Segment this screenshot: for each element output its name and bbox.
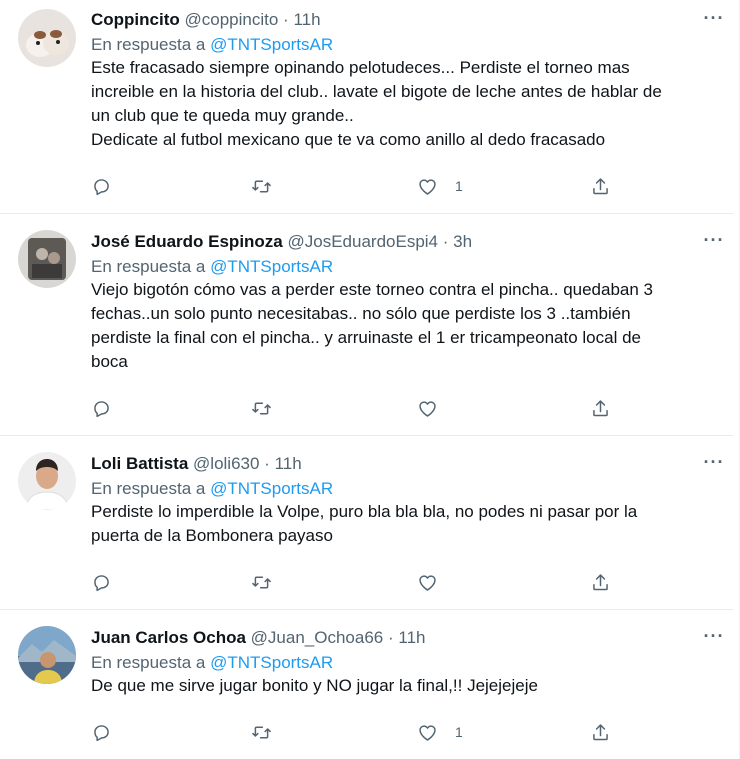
avatar-image [18, 452, 76, 510]
heart-icon [419, 574, 436, 591]
action-bar: 1 [91, 719, 631, 745]
share-icon [593, 399, 608, 416]
retweet-icon [252, 402, 271, 414]
tweet[interactable]: Juan Carlos Ochoa @Juan_Ochoa66 · 11h En… [0, 610, 733, 759]
like-count: 1 [455, 724, 463, 740]
user-handle[interactable]: @JosEduardoEspi4 [288, 232, 439, 251]
tweet-text: De que me sirve jugar bonito y NO jugar … [91, 674, 705, 698]
tweet-text-line: De que me sirve jugar bonito y NO jugar … [91, 676, 538, 695]
share-icon [593, 573, 608, 590]
reply-button[interactable] [91, 719, 112, 745]
heart-icon [419, 400, 436, 417]
reply-prefix: En respuesta a [91, 257, 206, 276]
more-icon[interactable]: ··· [703, 453, 725, 477]
reply-context: En respuesta a @TNTSportsAR [91, 651, 705, 674]
share-button[interactable] [590, 173, 611, 199]
reply-context: En respuesta a @TNTSportsAR [91, 33, 705, 56]
reply-icon [94, 724, 109, 741]
retweet-icon [252, 576, 271, 588]
reply-prefix: En respuesta a [91, 35, 206, 54]
reply-icon [94, 178, 109, 195]
timestamp[interactable]: 3h [453, 232, 472, 251]
retweet-button[interactable] [251, 569, 272, 595]
user-handle[interactable]: @coppincito [185, 10, 279, 29]
more-icon[interactable]: ··· [703, 627, 725, 651]
avatar[interactable] [18, 9, 76, 67]
display-name[interactable]: Coppincito [91, 10, 180, 29]
tweet-text-line: increible en la historia del club.. lava… [91, 82, 662, 101]
action-bar: 1 [91, 173, 631, 199]
separator-dot: · [264, 454, 270, 473]
avatar[interactable] [18, 452, 76, 510]
tweet-text-line: Viejo bigotón cómo vas a perder este tor… [91, 280, 654, 299]
retweet-button[interactable] [251, 719, 272, 745]
tweet-text-line: Perdiste lo imperdible la Volpe, puro bl… [91, 502, 638, 521]
share-button[interactable] [590, 569, 611, 595]
tweet[interactable]: Loli Battista @loli630 · 11h En respuest… [0, 436, 733, 610]
reply-prefix: En respuesta a [91, 479, 206, 498]
tweet-text-line: fechas..un solo punto necesitabas.. no s… [91, 304, 631, 323]
avatar-image [18, 626, 76, 684]
action-bar [91, 569, 631, 595]
mention-link[interactable]: @TNTSportsAR [210, 479, 333, 498]
retweet-button[interactable] [251, 395, 272, 421]
tweet[interactable]: Coppincito @coppincito · 11h En respuest… [0, 0, 733, 214]
tweet[interactable]: José Eduardo Espinoza @JosEduardoEspi4 ·… [0, 214, 733, 436]
timestamp[interactable]: 11h [293, 10, 320, 29]
like-button[interactable] [417, 569, 455, 595]
reply-context: En respuesta a @TNTSportsAR [91, 255, 705, 278]
tweet-text-line: perdiste la final con el pincha.. y arru… [91, 328, 641, 347]
display-name[interactable]: Loli Battista [91, 454, 188, 473]
separator-dot: · [283, 10, 289, 29]
tweet-text-line: boca [91, 352, 128, 371]
avatar[interactable] [18, 230, 76, 288]
user-handle[interactable]: @loli630 [193, 454, 259, 473]
reply-context: En respuesta a @TNTSportsAR [91, 477, 705, 500]
separator-dot: · [387, 628, 394, 647]
avatar-image [18, 9, 76, 67]
timestamp[interactable]: 11h [275, 454, 302, 473]
action-bar [91, 395, 631, 421]
tweet-text: Perdiste lo imperdible la Volpe, puro bl… [91, 500, 705, 548]
display-name[interactable]: José Eduardo Espinoza [91, 232, 283, 251]
heart-icon [419, 178, 436, 195]
display-name[interactable]: Juan Carlos Ochoa [91, 628, 246, 647]
tweet-text: Viejo bigotón cómo vas a perder este tor… [91, 278, 705, 374]
share-icon [593, 177, 608, 194]
reply-icon [94, 400, 109, 417]
retweet-icon [252, 180, 271, 192]
tweet-text-line: Dedicate al futbol mexicano que te va co… [91, 130, 606, 149]
retweet-icon [252, 726, 271, 738]
like-button[interactable]: 1 [417, 719, 463, 745]
like-button[interactable]: 1 [417, 173, 463, 199]
more-icon[interactable]: ··· [703, 9, 725, 33]
avatar[interactable] [18, 626, 76, 684]
like-count: 1 [455, 178, 463, 194]
mention-link[interactable]: @TNTSportsAR [210, 257, 333, 276]
separator-dot: · [442, 232, 449, 251]
tweet-text-line: un club que te queda muy grande.. [91, 106, 354, 125]
reply-button[interactable] [91, 173, 112, 199]
reply-feed: Coppincito @coppincito · 11h En respuest… [0, 0, 740, 759]
tweet-text-line: puerta de la Bombonera payaso [91, 526, 333, 545]
share-button[interactable] [590, 395, 611, 421]
reply-button[interactable] [91, 395, 112, 421]
mention-link[interactable]: @TNTSportsAR [210, 35, 333, 54]
share-icon [593, 723, 608, 740]
reply-button[interactable] [91, 569, 112, 595]
more-icon[interactable]: ··· [703, 231, 725, 255]
timestamp[interactable]: 11h [398, 628, 425, 647]
reply-icon [94, 574, 109, 591]
mention-link[interactable]: @TNTSportsAR [210, 653, 333, 672]
retweet-button[interactable] [251, 173, 272, 199]
reply-prefix: En respuesta a [91, 653, 206, 672]
like-button[interactable] [417, 395, 455, 421]
tweet-text-line: Este fracasado siempre opinando pelotude… [91, 58, 630, 77]
tweet-text: Este fracasado siempre opinando pelotude… [91, 56, 705, 152]
avatar-image [18, 230, 76, 288]
heart-icon [419, 724, 436, 741]
user-handle[interactable]: @Juan_Ochoa66 [251, 628, 384, 647]
share-button[interactable] [590, 719, 611, 745]
